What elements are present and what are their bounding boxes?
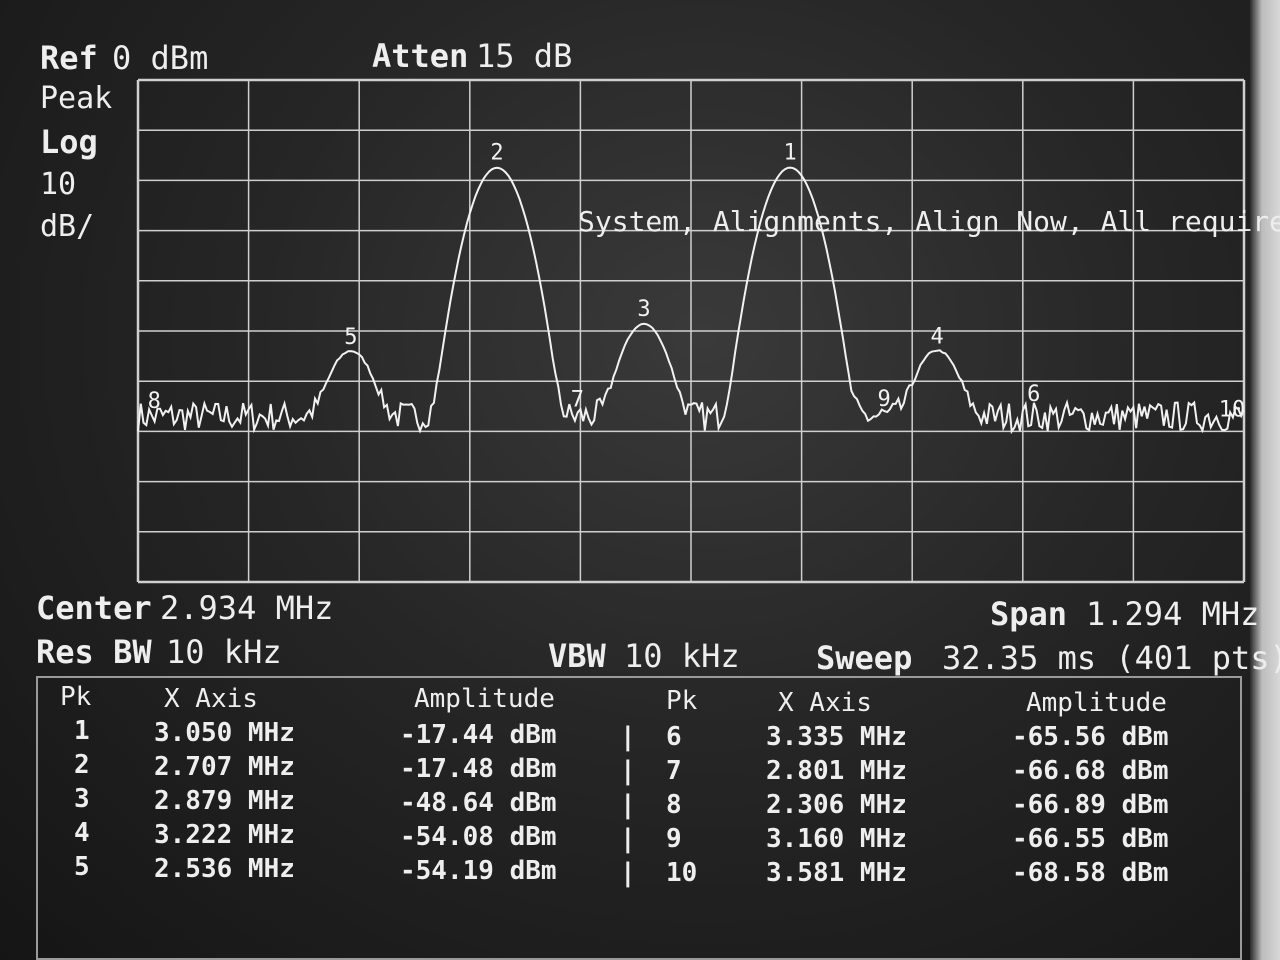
col-header-amplitude: Amplitude: [414, 684, 555, 714]
center-value: 2.934 MHz: [160, 589, 334, 627]
peak-marker-label: 5: [344, 325, 357, 350]
peak-frequency: 2.536 MHz: [154, 854, 295, 884]
col-header-x-axis: X Axis: [164, 684, 258, 714]
peak-number: 10: [666, 858, 698, 888]
peak-amplitude: -54.08 dBm: [400, 822, 557, 852]
peak-number: 2: [74, 750, 90, 780]
sweep-value: 32.35 ms (401 pts): [942, 639, 1280, 677]
rbw-label: Res BW: [36, 633, 152, 671]
peak-number: 4: [74, 818, 90, 848]
sweep-label: Sweep: [816, 639, 913, 677]
column-divider: |: [620, 756, 636, 786]
col-header-amplitude: Amplitude: [1026, 688, 1167, 718]
col-header-pk: Pk: [60, 682, 92, 712]
peak-marker-label: 6: [1027, 382, 1040, 407]
peak-marker-label: 7: [571, 388, 584, 413]
column-divider: |: [620, 858, 636, 888]
peak-frequency: 2.801 MHz: [766, 756, 907, 786]
peak-marker-label: 9: [878, 387, 891, 412]
peak-number: 7: [666, 756, 682, 786]
peak-number: 9: [666, 824, 682, 854]
peak-frequency: 3.222 MHz: [154, 820, 295, 850]
peak-number: 3: [74, 784, 90, 814]
vbw-value: 10 kHz: [624, 637, 740, 675]
column-divider: |: [620, 824, 636, 854]
span-label: Span: [990, 595, 1068, 633]
plot-grid: [136, 78, 1246, 584]
peak-number: 6: [666, 722, 682, 752]
peak-amplitude: -17.44 dBm: [400, 720, 557, 750]
rbw-value: 10 kHz: [166, 633, 282, 671]
peak-amplitude: -65.56 dBm: [1012, 722, 1169, 752]
vbw-label: VBW: [548, 637, 606, 675]
peak-amplitude: -66.55 dBm: [1012, 824, 1169, 854]
alignment-message: System, Alignments, Align Now, All requi…: [578, 205, 1280, 238]
peak-amplitude: -66.68 dBm: [1012, 756, 1169, 786]
peak-number: 1: [74, 716, 90, 746]
peak-frequency: 3.335 MHz: [766, 722, 907, 752]
peak-marker-label: 1: [784, 141, 797, 166]
peak-amplitude: -66.89 dBm: [1012, 790, 1169, 820]
peak-frequency: 3.160 MHz: [766, 824, 907, 854]
span-value: 1.294 MHz: [1086, 595, 1260, 633]
col-header-x-axis: X Axis: [778, 688, 872, 718]
analyzer-screen: Ref 0 dBm Atten 15 dB Peak Log 10 dB/ 12…: [0, 0, 1280, 960]
peak-amplitude: -17.48 dBm: [400, 754, 557, 784]
peak-marker-label: 3: [637, 297, 650, 322]
col-header-pk: Pk: [666, 686, 698, 716]
peak-amplitude: -54.19 dBm: [400, 856, 557, 886]
center-label: Center: [36, 589, 152, 627]
peak-frequency: 3.581 MHz: [766, 858, 907, 888]
peak-frequency: 2.879 MHz: [154, 786, 295, 816]
peak-marker-label: 4: [931, 324, 944, 349]
column-divider: |: [620, 790, 636, 820]
peak-amplitude: -48.64 dBm: [400, 788, 557, 818]
peak-frequency: 3.050 MHz: [154, 718, 295, 748]
peak-frequency: 2.707 MHz: [154, 752, 295, 782]
peak-marker-label: 10: [1219, 397, 1246, 422]
peak-number: 5: [74, 852, 90, 882]
peak-marker-label: 2: [490, 141, 503, 166]
peak-number: 8: [666, 790, 682, 820]
peak-frequency: 2.306 MHz: [766, 790, 907, 820]
column-divider: |: [620, 722, 636, 752]
peak-marker-label: 8: [148, 389, 161, 414]
peak-table: Pk X Axis Amplitude Pk X Axis Amplitude …: [36, 676, 1242, 960]
peak-amplitude: -68.58 dBm: [1012, 858, 1169, 888]
